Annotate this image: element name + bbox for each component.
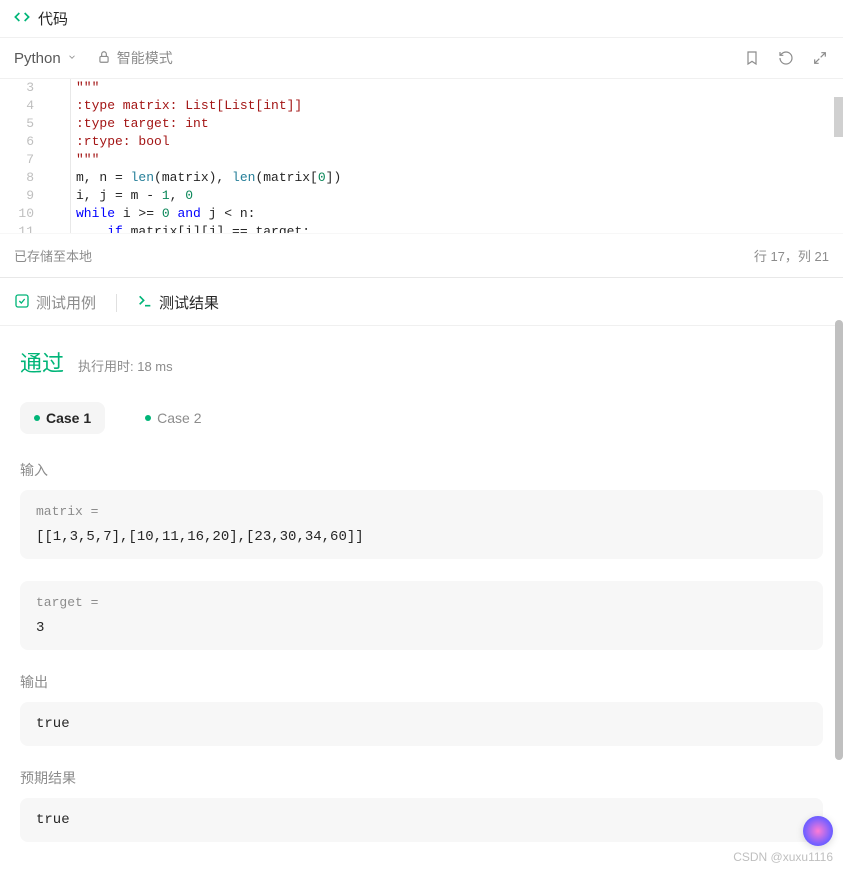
tab-result-label: 测试结果 <box>159 292 219 313</box>
case-2-label: Case 2 <box>157 410 201 426</box>
terminal-icon <box>137 293 153 313</box>
expand-icon[interactable] <box>811 49 829 67</box>
tab-testcase[interactable]: 测试用例 <box>14 292 96 313</box>
status-row: 通过 执行用时: 18 ms <box>20 346 823 378</box>
status-pass: 通过 <box>20 346 64 378</box>
mode-label: 智能模式 <box>117 48 173 68</box>
expected-value: true <box>36 812 807 828</box>
result-scrollbar[interactable] <box>835 320 843 880</box>
save-status: 已存储至本地 <box>14 246 92 265</box>
code-icon <box>14 9 30 28</box>
check-icon <box>14 293 30 313</box>
result-tabs: 测试用例 测试结果 <box>0 278 843 325</box>
editor-footer: 已存储至本地 行 17，列 21 <box>0 233 843 278</box>
divider <box>116 294 117 312</box>
input-target-box: target = 3 <box>20 581 823 650</box>
input-label: 输入 <box>20 460 823 480</box>
output-label: 输出 <box>20 672 823 692</box>
case-1-tab[interactable]: Case 1 <box>20 402 105 434</box>
cursor-position: 行 17，列 21 <box>754 246 829 265</box>
case-1-label: Case 1 <box>46 410 91 426</box>
output-box: true <box>20 702 823 746</box>
editor-scrollbar[interactable] <box>834 79 843 233</box>
assistant-button[interactable] <box>803 816 833 846</box>
bookmark-icon[interactable] <box>743 49 761 67</box>
code-editor[interactable]: 34567891011 """:type matrix: List[List[i… <box>0 79 843 233</box>
code-area[interactable]: """:type matrix: List[List[int]]:type ta… <box>46 79 843 233</box>
input-matrix-name: matrix = <box>36 504 807 519</box>
mode-indicator: 智能模式 <box>97 48 173 68</box>
input-target-value: 3 <box>36 620 807 636</box>
case-tabs: Case 1 Case 2 <box>20 402 823 434</box>
language-selector[interactable]: Python <box>14 50 77 67</box>
pass-dot <box>145 415 151 421</box>
input-matrix-box: matrix = [[1,3,5,7],[10,11,16,20],[23,30… <box>20 490 823 559</box>
pass-dot <box>34 415 40 421</box>
language-name: Python <box>14 50 61 67</box>
toolbar: Python 智能模式 <box>0 38 843 79</box>
tab-testcase-label: 测试用例 <box>36 292 96 313</box>
lock-icon <box>97 50 111 67</box>
result-content: 通过 执行用时: 18 ms Case 1 Case 2 输入 matrix =… <box>0 325 843 873</box>
input-target-name: target = <box>36 595 807 610</box>
exec-time: 执行用时: 18 ms <box>78 356 173 375</box>
case-2-tab[interactable]: Case 2 <box>131 402 215 434</box>
header-title: 代码 <box>38 8 68 29</box>
input-matrix-value: [[1,3,5,7],[10,11,16,20],[23,30,34,60]] <box>36 529 807 545</box>
chevron-down-icon <box>67 52 77 65</box>
expected-box: true <box>20 798 823 842</box>
expected-label: 预期结果 <box>20 768 823 788</box>
output-value: true <box>36 716 807 732</box>
tab-result[interactable]: 测试结果 <box>137 292 219 313</box>
line-gutter: 34567891011 <box>0 79 46 233</box>
reset-icon[interactable] <box>777 49 795 67</box>
header: 代码 <box>0 0 843 38</box>
